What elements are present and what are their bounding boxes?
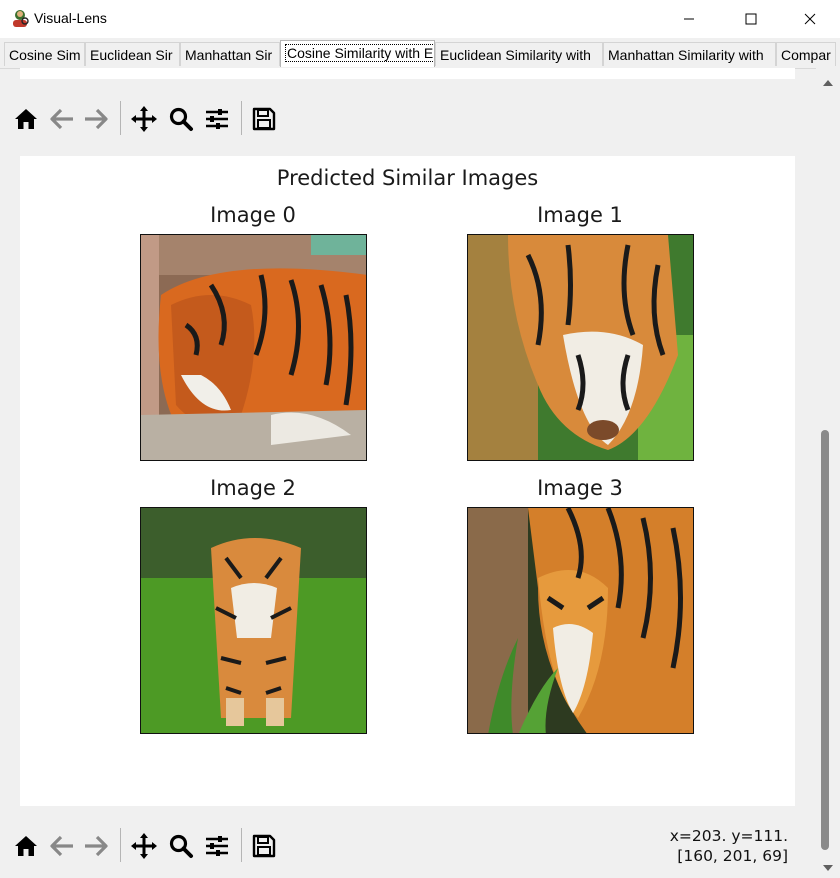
tab-cosine-similarity-with[interactable]: Cosine Similarity with E [280, 40, 435, 67]
figure-canvas[interactable]: Predicted Similar Images Image 0 Image 1 [20, 156, 795, 806]
pan-button[interactable] [128, 830, 160, 862]
forward-arrow-icon [85, 108, 108, 130]
vertical-scrollbar[interactable] [816, 68, 840, 877]
toolbar-top [10, 99, 300, 139]
configure-subplots-button[interactable] [201, 103, 233, 135]
back-arrow-icon [50, 108, 73, 130]
image-title: Image 0 [210, 203, 296, 227]
configure-subplots-icon [206, 836, 228, 856]
tiger-on-grass-icon [140, 507, 367, 734]
close-icon [804, 13, 816, 25]
tab-label: Euclidean Sir [90, 47, 173, 63]
tiger-walking-icon [467, 234, 694, 461]
back-arrow-icon [50, 835, 73, 857]
scroll-up-arrow-icon[interactable] [820, 74, 836, 86]
tab-label: Euclidean Similarity with [440, 47, 591, 63]
forward-arrow-icon [85, 835, 108, 857]
home-button[interactable] [10, 103, 42, 135]
tab-label: Manhattan Sir [185, 47, 273, 63]
back-button[interactable] [46, 830, 78, 862]
scrollbar-thumb[interactable] [821, 430, 829, 850]
tab-strip: Cosine Sim Euclidean Sir Manhattan Sir C… [0, 38, 840, 69]
minimize-icon [684, 18, 694, 20]
maximize-button[interactable] [728, 0, 774, 38]
tab-label: Manhattan Similarity with [608, 47, 764, 63]
tab-euclidean-similarity-with[interactable]: Euclidean Similarity with [435, 42, 603, 66]
tab-euclidean-sim[interactable]: Euclidean Sir [85, 42, 180, 66]
zoom-icon [169, 107, 193, 131]
home-button[interactable] [10, 830, 42, 862]
tab-manhattan-sim[interactable]: Manhattan Sir [180, 42, 280, 66]
toolbar-separator [241, 828, 242, 862]
pan-button[interactable] [128, 103, 160, 135]
save-icon [252, 107, 276, 131]
tab-compare[interactable]: Compar [776, 42, 836, 66]
zoom-icon [169, 834, 193, 858]
window-title: Visual-Lens [34, 10, 107, 26]
image-title: Image 2 [210, 476, 296, 500]
toolbar-separator [120, 101, 121, 135]
app-logo-icon [10, 8, 30, 28]
configure-subplots-icon [206, 109, 228, 129]
pixel-value-readout: [160, 201, 69] [677, 847, 788, 865]
home-icon [15, 836, 37, 856]
figure-title: Predicted Similar Images [276, 166, 539, 190]
pan-move-icon [131, 106, 157, 132]
coordinate-readout: x=203. y=111. [669, 827, 788, 845]
configure-subplots-button[interactable] [201, 830, 233, 862]
minimize-button[interactable] [666, 0, 712, 38]
toolbar-separator [241, 101, 242, 135]
image-title: Image 3 [537, 476, 623, 500]
tab-label: Compar [781, 47, 831, 63]
tab-label: Cosine Sim [9, 47, 81, 63]
title-bar: Visual-Lens [0, 0, 840, 38]
save-icon [252, 834, 276, 858]
save-button[interactable] [248, 103, 280, 135]
tiger-in-jungle-icon [467, 507, 694, 734]
save-button[interactable] [248, 830, 280, 862]
previous-figure-edge [20, 68, 795, 79]
tab-label: Cosine Similarity with E [285, 44, 434, 62]
cursor-coordinates: x=203. y=111. [160, 201, 69] [670, 826, 788, 866]
toolbar-separator [120, 828, 121, 862]
scroll-down-arrow-icon[interactable] [820, 859, 836, 871]
home-icon [15, 109, 37, 129]
close-button[interactable] [787, 0, 833, 38]
tab-manhattan-similarity-with[interactable]: Manhattan Similarity with [603, 42, 776, 66]
back-button[interactable] [46, 103, 78, 135]
forward-button[interactable] [80, 103, 112, 135]
forward-button[interactable] [80, 830, 112, 862]
zoom-button[interactable] [165, 103, 197, 135]
toolbar-bottom [10, 826, 300, 866]
zoom-button[interactable] [165, 830, 197, 862]
pan-move-icon [131, 833, 157, 859]
tab-cosine-sim[interactable]: Cosine Sim [4, 42, 85, 66]
tiger-lying-down-icon [140, 234, 367, 461]
image-title: Image 1 [537, 203, 623, 227]
maximize-icon [745, 13, 757, 25]
